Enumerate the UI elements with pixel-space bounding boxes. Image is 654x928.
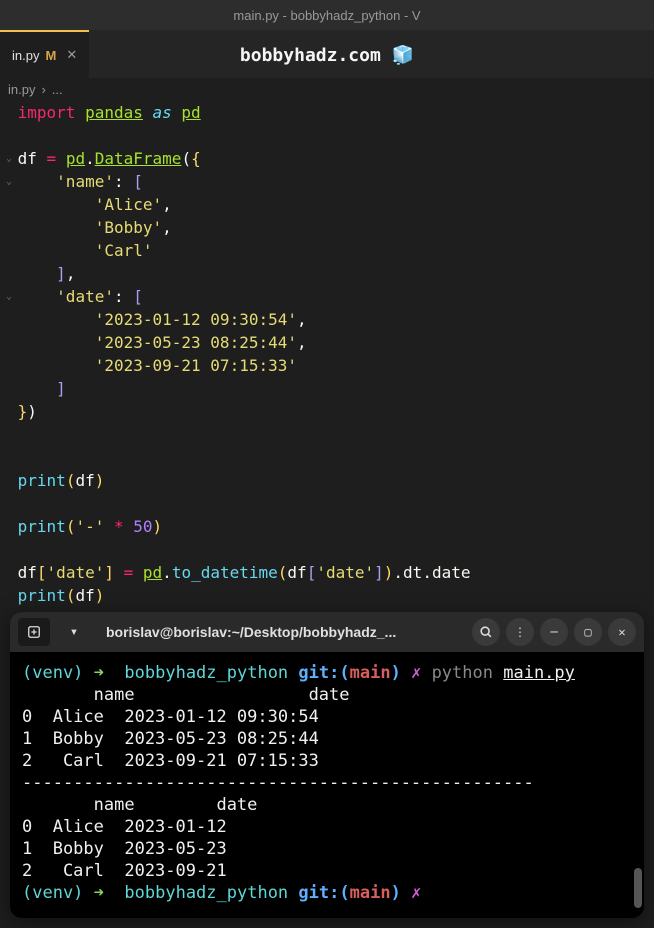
tab-dropdown-button[interactable]: ▾	[58, 618, 90, 646]
cube-icon: 🧊	[392, 45, 414, 66]
terminal-header: ▾ borislav@borislav:~/Desktop/bobbyhadz_…	[10, 612, 644, 652]
minimize-button[interactable]: ─	[540, 618, 568, 646]
code-line: print('-' * 50)	[8, 515, 646, 538]
terminal-menu-button[interactable]: ⋮	[506, 618, 534, 646]
terminal-search-button[interactable]	[472, 618, 500, 646]
chevron-down-icon[interactable]: ⌄	[6, 170, 12, 193]
chevron-down-icon: ▾	[70, 624, 78, 640]
title-bar: main.py - bobbyhadz_python - V	[0, 0, 654, 30]
new-tab-button[interactable]	[18, 618, 50, 646]
code-line	[8, 538, 646, 561]
code-line: 'Carl'	[8, 239, 646, 262]
search-icon	[479, 625, 493, 639]
window-title: main.py - bobbyhadz_python - V	[233, 8, 420, 23]
chevron-down-icon[interactable]: ⌄	[6, 147, 12, 170]
code-line: 'Bobby',	[8, 216, 646, 239]
chevron-right-icon: ›	[41, 82, 45, 97]
breadcrumb-rest: ...	[52, 82, 63, 97]
code-line: print(df)	[8, 469, 646, 492]
code-line: ]	[8, 377, 646, 400]
terminal-body[interactable]: (venv) ➜ bobbyhadz_python git:(main) ✗ p…	[10, 652, 644, 918]
code-editor[interactable]: import pandas as pd ⌄ df = pd.DataFrame(…	[0, 101, 654, 607]
terminal-title: borislav@borislav:~/Desktop/bobbyhadz_..…	[98, 624, 464, 640]
code-line	[8, 446, 646, 469]
code-line	[8, 124, 646, 147]
code-line	[8, 423, 646, 446]
code-line: ⌄ 'date': [	[8, 285, 646, 308]
watermark: bobbyhadz.com 🧊	[0, 45, 654, 66]
maximize-button[interactable]: ▢	[574, 618, 602, 646]
breadcrumb[interactable]: in.py › ...	[0, 78, 654, 101]
close-button[interactable]: ✕	[608, 618, 636, 646]
minimize-icon: ─	[550, 625, 557, 639]
code-line: 'Alice',	[8, 193, 646, 216]
breadcrumb-file: in.py	[8, 82, 35, 97]
close-icon: ✕	[618, 625, 625, 639]
code-line	[8, 492, 646, 515]
code-line: ⌄ df = pd.DataFrame({	[8, 147, 646, 170]
chevron-down-icon[interactable]: ⌄	[6, 285, 12, 308]
code-line: })	[8, 400, 646, 423]
code-line: df['date'] = pd.to_datetime(df['date']).…	[8, 561, 646, 584]
code-line: import pandas as pd	[8, 101, 646, 124]
code-line: ],	[8, 262, 646, 285]
plus-box-icon	[27, 625, 41, 639]
code-line: '2023-05-23 08:25:44',	[8, 331, 646, 354]
kebab-icon: ⋮	[514, 625, 526, 639]
terminal-window: ▾ borislav@borislav:~/Desktop/bobbyhadz_…	[10, 612, 644, 918]
code-line: '2023-09-21 07:15:33'	[8, 354, 646, 377]
maximize-icon: ▢	[584, 625, 591, 639]
code-line: ⌄ 'name': [	[8, 170, 646, 193]
terminal-scrollbar[interactable]	[634, 868, 642, 908]
code-line: print(df)	[8, 584, 646, 607]
code-line: '2023-01-12 09:30:54',	[8, 308, 646, 331]
